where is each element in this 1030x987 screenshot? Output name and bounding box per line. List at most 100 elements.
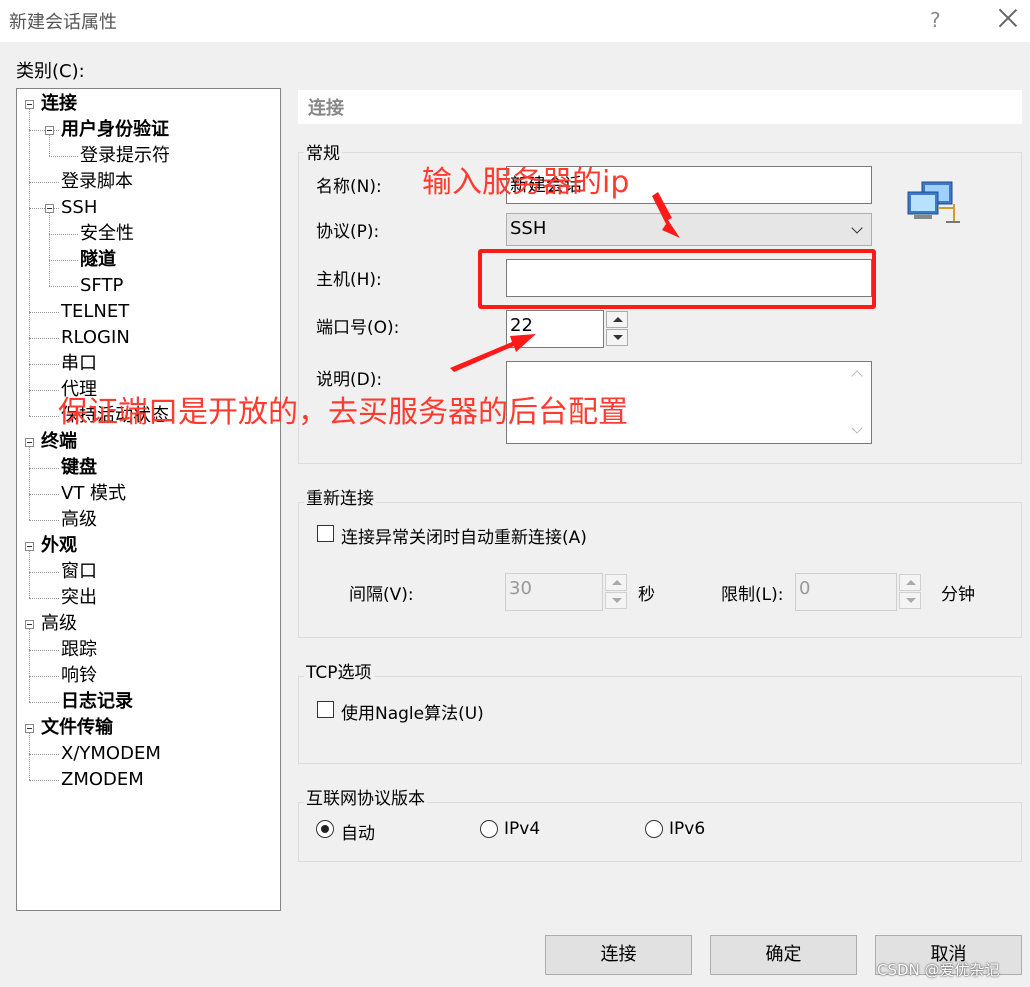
tree-connector [29, 676, 59, 677]
tree-item[interactable]: 串口 [61, 353, 97, 375]
category-label: 类别(C): [16, 61, 85, 82]
radio-ipv4-label: IPv4 [504, 819, 541, 839]
tree-item[interactable]: VT 模式 [61, 483, 126, 505]
tree-item[interactable]: 登录脚本 [61, 171, 133, 193]
tree-connector [29, 468, 59, 469]
tree-connector [29, 494, 59, 495]
tree-item[interactable]: 安全性 [80, 223, 134, 245]
scroll-up-icon[interactable] [851, 370, 863, 382]
tree-connector [29, 130, 59, 131]
watermark: CSDN @爱优杂记 [877, 961, 1000, 979]
tree-collapse-icon[interactable] [25, 438, 34, 447]
tree-item[interactable]: 响铃 [61, 665, 97, 687]
limit-label: 限制(L): [721, 585, 784, 605]
help-button[interactable]: ? [930, 8, 941, 32]
tree-item[interactable]: RLOGIN [61, 327, 130, 349]
limit-spin-down[interactable] [899, 592, 921, 609]
tree-item[interactable]: 登录提示符 [80, 145, 170, 167]
limit-input[interactable]: 0 [795, 573, 897, 611]
tree-item[interactable]: 高级 [41, 613, 77, 635]
arrow-up-icon [612, 580, 622, 585]
tree-collapse-icon[interactable] [25, 542, 34, 551]
tree-connector [29, 551, 30, 598]
tree-connector [29, 416, 59, 417]
tree-item[interactable]: 用户身份验证 [61, 119, 169, 141]
tree-connector [29, 650, 59, 651]
interval-spinner[interactable] [605, 574, 627, 610]
tree-collapse-icon[interactable] [45, 204, 54, 213]
tree-item[interactable]: 外观 [41, 535, 77, 557]
interval-spin-up[interactable] [605, 574, 627, 591]
radio-ipv4[interactable] [480, 820, 498, 838]
section-header: 连接 [298, 90, 1022, 124]
general-group-label: 常规 [304, 139, 342, 164]
radio-auto-label: 自动 [341, 824, 375, 844]
tree-connector [29, 702, 59, 703]
section-title: 连接 [308, 98, 344, 119]
tree-connector [49, 286, 78, 287]
tree-connector [49, 156, 78, 157]
tree-connector [29, 754, 59, 755]
title-bar [0, 0, 1030, 42]
name-label: 名称(N): [316, 177, 382, 197]
arrow-down-icon [906, 598, 916, 603]
tree-connector [29, 572, 59, 573]
network-computer-icon [907, 181, 960, 223]
tree-connector [29, 390, 59, 391]
tree-connector [29, 109, 30, 416]
interval-input[interactable]: 30 [505, 573, 603, 611]
radio-ipv6[interactable] [645, 820, 663, 838]
tree-item[interactable]: 高级 [61, 509, 97, 531]
host-label: 主机(H): [316, 270, 382, 290]
tree-item[interactable]: SSH [61, 197, 97, 219]
desc-scrollbar[interactable] [848, 364, 868, 441]
tree-item[interactable]: X/YMODEM [61, 743, 161, 765]
tree-connector [49, 260, 78, 261]
tree-item[interactable]: 文件传输 [41, 717, 113, 739]
tree-item[interactable]: ZMODEM [61, 769, 144, 791]
tree-item[interactable]: 日志记录 [61, 691, 133, 713]
close-icon[interactable] [996, 6, 1020, 30]
scroll-down-icon[interactable] [851, 422, 863, 434]
interval-unit: 秒 [638, 585, 655, 605]
reconnect-group-label: 重新连接 [304, 484, 376, 509]
tree-item[interactable]: SFTP [80, 275, 123, 297]
radio-auto[interactable] [316, 820, 334, 838]
ok-button[interactable]: 确定 [710, 935, 857, 975]
interval-spin-down[interactable] [605, 592, 627, 609]
interval-label: 间隔(V): [349, 585, 414, 605]
auto-reconnect-checkbox[interactable] [317, 525, 334, 542]
arrow-to-host-icon [652, 192, 680, 238]
tree-item[interactable]: 窗口 [61, 561, 97, 583]
tree-collapse-icon[interactable] [25, 100, 34, 109]
tree-collapse-icon[interactable] [25, 724, 34, 733]
ipver-group-label: 互联网协议版本 [304, 784, 427, 809]
tree-connector [29, 312, 59, 313]
tree-item[interactable]: 键盘 [61, 457, 97, 479]
port-annotation: 保证端口是开放的，去买服务器的后台配置 [58, 395, 628, 430]
limit-spin-up[interactable] [899, 574, 921, 591]
arrow-to-port-icon [450, 334, 536, 372]
arrow-up-icon [906, 580, 916, 585]
tree-item[interactable]: 突出 [61, 587, 97, 609]
limit-unit: 分钟 [941, 585, 975, 605]
tree-item[interactable]: 终端 [41, 431, 77, 453]
auto-reconnect-label: 连接异常关闭时自动重新连接(A) [341, 528, 587, 548]
protocol-label: 协议(P): [316, 222, 380, 242]
tree-collapse-icon[interactable] [25, 620, 34, 629]
tree-connector [29, 208, 59, 209]
tree-connector [29, 447, 30, 520]
category-tree[interactable]: 连接用户身份验证登录提示符登录脚本 SSH 安全性隧道 SFTP TELNET RLOGI… [16, 88, 281, 911]
tree-item[interactable]: TELNET [61, 301, 129, 323]
tree-connector [49, 135, 50, 156]
connect-button[interactable]: 连接 [545, 935, 692, 975]
limit-spinner[interactable] [899, 574, 921, 610]
tree-collapse-icon[interactable] [45, 126, 54, 135]
tree-item[interactable]: 连接 [41, 93, 77, 115]
tree-item[interactable]: 隧道 [80, 249, 116, 271]
nagle-checkbox[interactable] [317, 701, 334, 718]
annotation-arrows [450, 192, 680, 372]
tree-item[interactable]: 跟踪 [61, 639, 97, 661]
tree-connector [29, 733, 30, 780]
tcp-group-label: TCP选项 [304, 658, 374, 683]
